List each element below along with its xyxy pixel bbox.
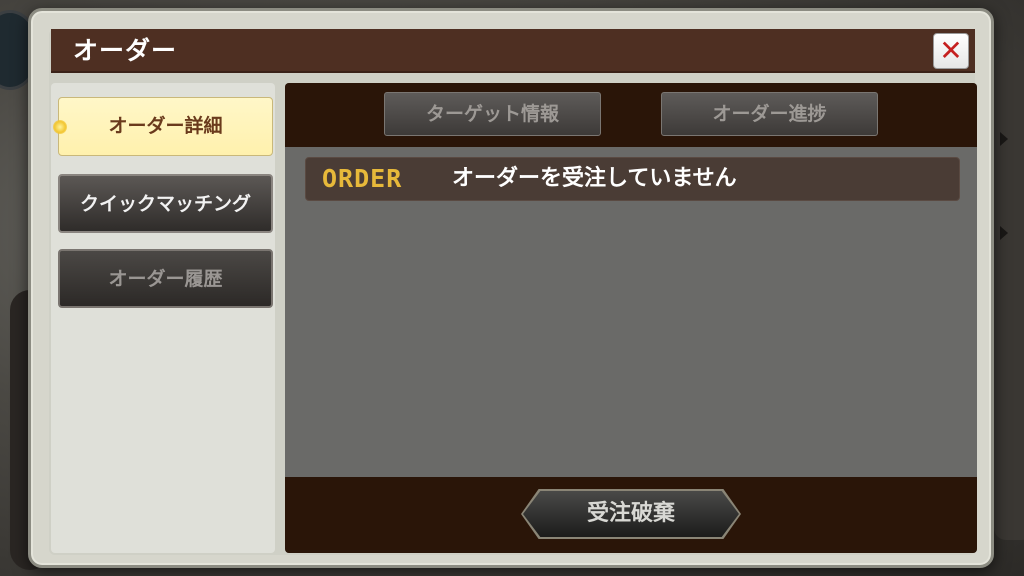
sidebar-item-label: オーダー履歴 [108,268,223,290]
tab-target-info[interactable]: ターゲット情報 [384,92,601,136]
main-panel: ターゲット情報 オーダー進捗 ORDER オーダーを受注していません 受注破棄 [285,83,977,553]
dialog-header: オーダー ✕ [51,29,975,73]
arrow-right-icon [1000,132,1008,146]
close-icon: ✕ [939,34,963,67]
sidebar: オーダー詳細 クイックマッチング オーダー履歴 [51,83,275,553]
close-button[interactable]: ✕ [933,33,969,69]
order-dialog: オーダー ✕ オーダー詳細 クイックマッチング オーダー履歴 ターゲット情報 オ… [28,8,994,568]
sidebar-item-label: クイックマッチング [79,193,251,215]
tab-order-progress[interactable]: オーダー進捗 [661,92,878,136]
sidebar-item-order-details[interactable]: オーダー詳細 [53,97,273,156]
arrow-right-icon [1000,226,1008,240]
tab-bar: ターゲット情報 オーダー進捗 [285,83,977,147]
background-decoration [994,60,1024,540]
order-status-text: オーダーを受注していません [452,166,737,191]
discard-order-button[interactable]: 受注破棄 [523,491,739,537]
order-status-row: ORDER オーダーを受注していません [305,157,960,201]
footer-bar: 受注破棄 [285,477,977,553]
sidebar-item-quick-matching[interactable]: クイックマッチング [58,174,273,233]
dialog-title: オーダー [73,36,178,65]
selected-indicator-icon [53,120,67,134]
order-logo: ORDER [322,164,403,193]
sidebar-item-label: オーダー詳細 [108,115,223,137]
sidebar-item-order-history[interactable]: オーダー履歴 [58,249,273,308]
